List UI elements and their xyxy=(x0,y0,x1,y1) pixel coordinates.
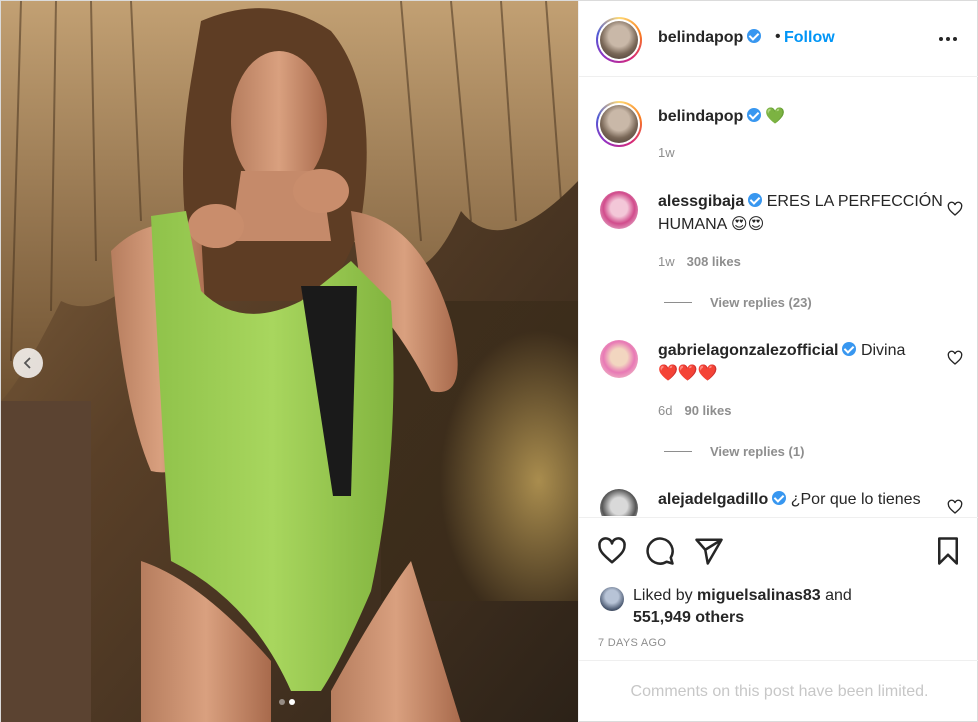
comment-heart-icon[interactable] xyxy=(947,350,963,366)
comments-limited-notice: Comments on this post have been limited. xyxy=(579,660,978,722)
caption-text: belindapop 💚 xyxy=(658,106,785,126)
comment-heart-icon[interactable] xyxy=(947,201,963,217)
caption-time[interactable]: 1w xyxy=(658,145,675,160)
comment-avatar[interactable] xyxy=(600,489,638,516)
caption-emoji: 💚 xyxy=(765,108,786,125)
verified-badge-icon xyxy=(747,29,762,43)
verified-badge-icon xyxy=(747,108,762,122)
view-replies-button[interactable]: View replies (1) xyxy=(664,444,804,459)
post-photo xyxy=(1,1,578,722)
verified-badge-icon xyxy=(748,193,763,207)
comment-text: alessgibaja ERES LA PERFECCIÓN HUMANA 😍😍 xyxy=(658,193,943,233)
comments-list[interactable]: belindapop 💚 1w alessgibaja ERES LA PERFE… xyxy=(579,78,978,516)
comment-heart-icon[interactable] xyxy=(947,499,963,515)
comment-meta: 1w 308 likes xyxy=(658,254,741,269)
liked-by-text: Liked by miguelsalinas83 and 551,949 oth… xyxy=(633,587,852,626)
comment-username[interactable]: gabrielagonzalezofficial xyxy=(658,342,838,359)
comment-username[interactable]: alejadelgadillo xyxy=(658,491,768,508)
post-header: belindapop • Follow xyxy=(579,1,978,77)
header-separator: • xyxy=(775,28,781,45)
post-media xyxy=(1,1,578,722)
verified-badge-icon xyxy=(772,491,787,505)
comment-icon[interactable] xyxy=(645,536,675,566)
chevron-left-icon xyxy=(23,357,31,369)
carousel-dot-active xyxy=(289,699,295,705)
liker-avatar[interactable] xyxy=(600,587,624,611)
caption-username[interactable]: belindapop xyxy=(658,108,743,125)
carousel-prev-button[interactable] xyxy=(13,348,43,378)
follow-button[interactable]: Follow xyxy=(784,29,835,47)
liked-by: Liked by miguelsalinas83 and 551,949 oth… xyxy=(600,585,883,629)
comment-avatar[interactable] xyxy=(600,340,638,378)
comment-username[interactable]: alessgibaja xyxy=(658,193,744,210)
more-options-icon[interactable] xyxy=(934,27,962,51)
liker-username[interactable]: miguelsalinas83 xyxy=(697,587,821,604)
post-modal: belindapop • Follow belindapop 💚 1w aless… xyxy=(0,0,978,722)
carousel-indicator xyxy=(279,699,295,705)
share-icon[interactable] xyxy=(694,536,724,566)
author-username[interactable]: belindapop xyxy=(658,29,762,47)
carousel-dot xyxy=(279,699,285,705)
author-avatar[interactable] xyxy=(596,17,642,63)
comment-avatar[interactable] xyxy=(600,191,638,229)
view-replies-button[interactable]: View replies (23) xyxy=(664,295,812,310)
comment-text: alejadelgadillo ¿Por que lo tienes xyxy=(658,491,921,508)
caption-avatar[interactable] xyxy=(596,101,642,147)
heart-icon[interactable] xyxy=(597,536,627,566)
bookmark-icon[interactable] xyxy=(933,536,963,566)
likes-count[interactable]: 551,949 others xyxy=(633,609,744,626)
comment-meta: 6d 90 likes xyxy=(658,403,732,418)
comment-text: gabrielagonzalezofficial Divina ❤️❤️❤️ xyxy=(658,342,906,382)
post-timestamp[interactable]: 7 DAYS AGO xyxy=(598,637,666,649)
post-side-panel: belindapop • Follow belindapop 💚 1w aless… xyxy=(578,1,978,722)
verified-badge-icon xyxy=(842,342,857,356)
